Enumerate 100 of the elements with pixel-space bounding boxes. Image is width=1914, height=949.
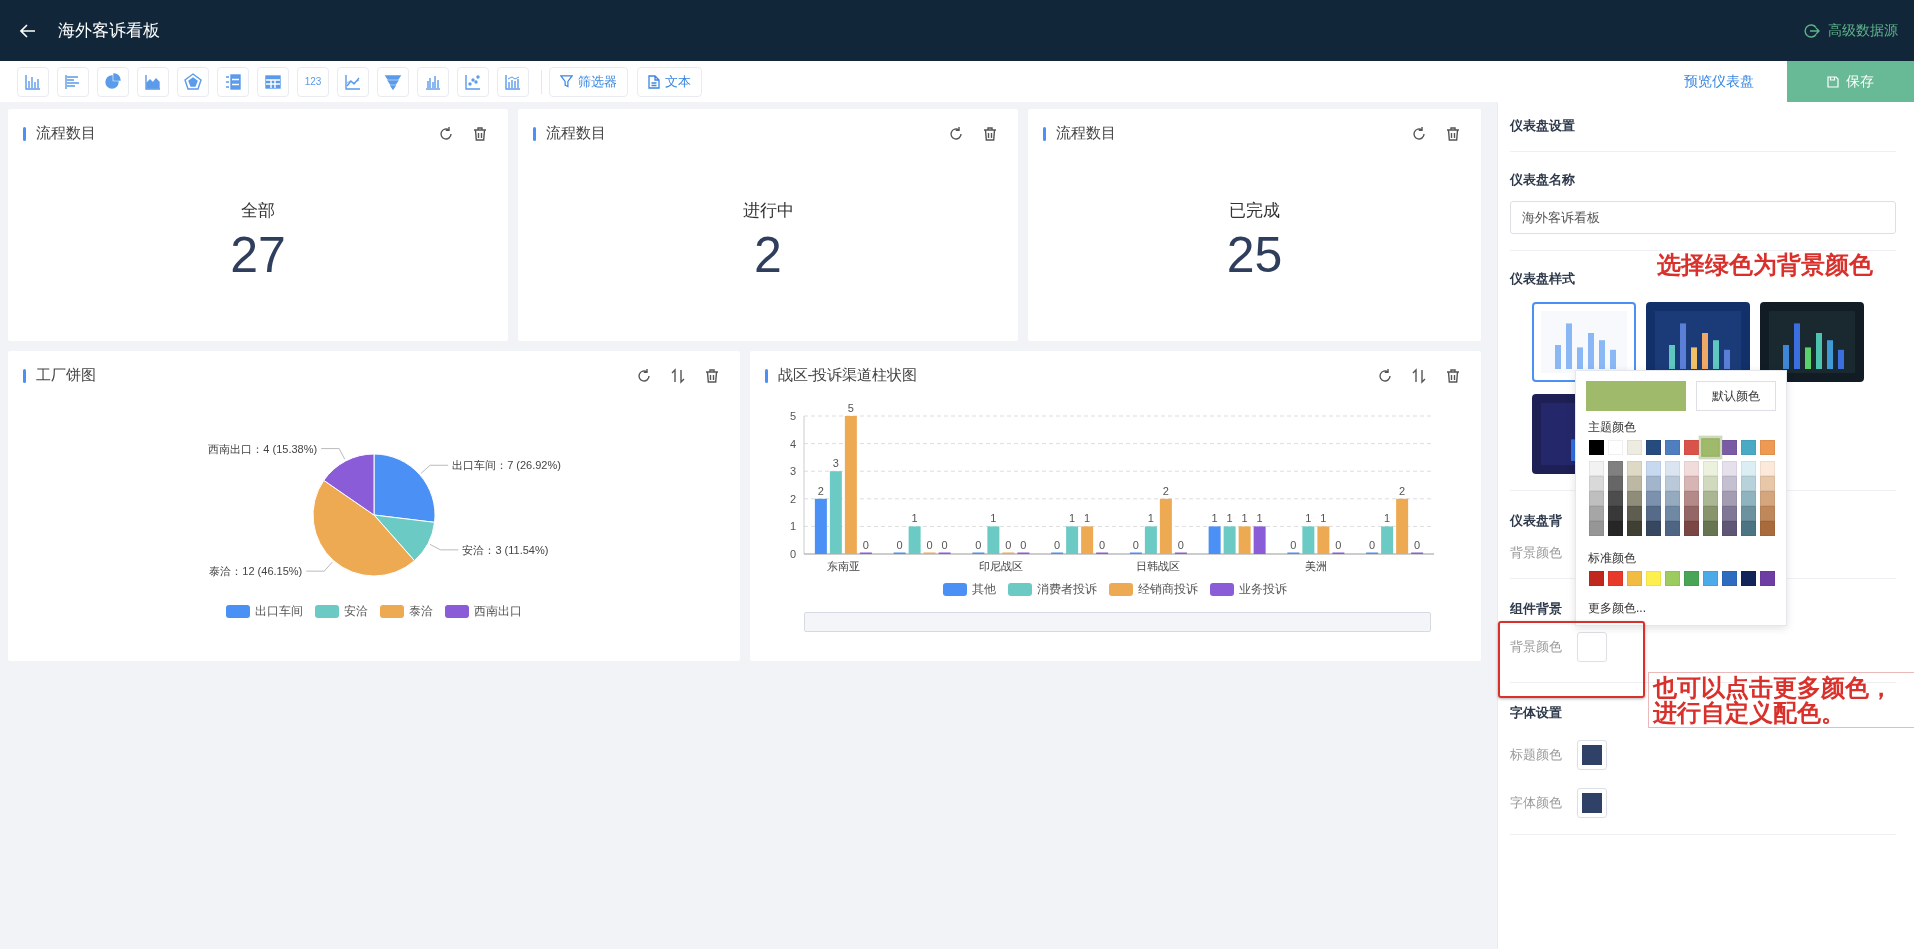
line-chart-icon	[344, 72, 362, 91]
stat-value: 27	[230, 226, 286, 284]
data-label: 0	[1004, 538, 1011, 551]
legend-label[interactable]: 经销商投诉	[1138, 581, 1199, 598]
field-label: 背景颜色	[1510, 638, 1563, 656]
stat-label: 全部	[241, 200, 275, 222]
slice-label: 出口车间：7 (26.92%)	[452, 459, 561, 472]
chart-bar	[1144, 526, 1157, 554]
dashboard-name-field[interactable]: 海外客诉看板	[1510, 201, 1896, 234]
annotation-text: 选择绿色为背景颜色	[1657, 250, 1873, 280]
back-arrow-icon[interactable]	[20, 23, 36, 38]
legend-label[interactable]: 出口车间	[254, 603, 303, 620]
leader-line	[420, 464, 449, 474]
text-button[interactable]: 文本	[637, 66, 702, 97]
delete-icon[interactable]	[472, 125, 488, 142]
data-label: 2	[1162, 484, 1169, 497]
chart-type-button[interactable]	[177, 66, 209, 97]
legend-label[interactable]: 业务投诉	[1239, 581, 1288, 598]
refresh-icon[interactable]	[438, 125, 454, 142]
funnel-chart-icon	[384, 72, 402, 91]
data-label: 0	[1098, 538, 1105, 551]
data-label: 0	[1334, 538, 1341, 551]
refresh-icon[interactable]	[1377, 367, 1393, 384]
advanced-data-source-link[interactable]: 高级数据源	[1828, 21, 1898, 40]
legend-label[interactable]: 泰洽	[408, 603, 433, 620]
refresh-icon[interactable]	[635, 367, 652, 384]
category-label: 印尼战区	[978, 560, 1023, 572]
data-label: 0	[1368, 538, 1375, 551]
delete-icon[interactable]	[1445, 125, 1461, 142]
data-label: 0	[1053, 538, 1060, 551]
chart-type-button[interactable]	[497, 66, 529, 97]
legend-label[interactable]: 其他	[972, 581, 997, 598]
chart-type-button[interactable]	[417, 66, 449, 97]
chart-bar	[1395, 498, 1408, 554]
chart-type-button[interactable]	[17, 66, 49, 97]
title-accent-bar	[533, 126, 536, 141]
data-label: 1	[1383, 512, 1390, 525]
chart-type-button[interactable]	[137, 66, 169, 97]
data-label: 1	[1211, 512, 1218, 525]
category-label: 日韩战区	[1135, 560, 1180, 572]
filter-icon	[560, 75, 573, 88]
filter-button[interactable]: 筛选器	[549, 66, 628, 97]
axis-tick-label: 2	[789, 492, 796, 505]
refresh-icon[interactable]	[1411, 125, 1427, 142]
chart-bar	[908, 526, 921, 554]
card-title: 流程数目	[1056, 124, 1117, 143]
data-label: 5	[847, 402, 854, 414]
exit-icon[interactable]	[1804, 22, 1820, 39]
section-title: 组件背景	[1510, 601, 1562, 616]
color-swatch[interactable]	[1577, 632, 1607, 662]
leader-line	[320, 448, 346, 460]
color-swatch[interactable]	[1577, 788, 1607, 818]
chart-bar	[814, 498, 827, 554]
axis-tick-label: 0	[789, 548, 796, 560]
range-slider[interactable]	[803, 612, 1431, 632]
theme-thumbnail[interactable]	[1760, 302, 1864, 382]
slice-label: 安洽：3 (11.54%)	[462, 543, 549, 556]
data-label: 0	[1019, 538, 1026, 551]
title-accent-bar	[1043, 126, 1046, 141]
refresh-icon[interactable]	[948, 125, 964, 142]
card-title: 流程数目	[36, 124, 97, 143]
color-swatch[interactable]	[1577, 740, 1607, 770]
sort-icon[interactable]	[1411, 367, 1427, 384]
more-colors-link[interactable]: 更多颜色...	[1588, 600, 1776, 617]
data-label: 1	[1256, 512, 1263, 525]
chart-type-button[interactable]	[337, 66, 369, 97]
chart-bar	[1238, 526, 1251, 554]
sort-icon[interactable]	[669, 367, 686, 384]
chart-type-button[interactable]	[217, 66, 249, 97]
stat-label: 已完成	[1229, 200, 1280, 222]
chart-type-button[interactable]	[457, 66, 489, 97]
title-accent-bar	[23, 126, 26, 141]
theme-thumbnail[interactable]	[1532, 302, 1636, 382]
chart-bar	[1065, 526, 1078, 554]
slice-label: 西南出口：4 (15.38%)	[208, 442, 318, 455]
default-color-button[interactable]: 默认颜色	[1696, 381, 1776, 411]
card-title: 战区-投诉渠道柱状图	[777, 366, 919, 385]
legend-label[interactable]: 消费者投诉	[1037, 581, 1098, 598]
radar-chart-icon	[184, 72, 202, 91]
data-label: 1	[1147, 512, 1154, 525]
axis-tick-label: 1	[789, 520, 796, 533]
delete-icon[interactable]	[703, 367, 720, 384]
section-title: 仪表盘样式	[1510, 271, 1575, 286]
delete-icon[interactable]	[1445, 367, 1461, 384]
data-label: 2	[817, 484, 824, 497]
legend-label[interactable]: 安洽	[343, 603, 368, 620]
data-label: 2	[1398, 484, 1405, 497]
chart-type-button[interactable]	[257, 66, 289, 97]
bar-chart-icon	[24, 72, 42, 91]
axis-tick-label: 4	[789, 437, 796, 450]
preview-dashboard-link[interactable]: 预览仪表盘	[1684, 72, 1754, 91]
legend-label[interactable]: 西南出口	[473, 603, 522, 620]
legend-swatch	[225, 605, 250, 618]
data-label: 0	[1177, 538, 1184, 551]
chart-type-button[interactable]	[57, 66, 89, 97]
data-label: 1	[911, 512, 918, 525]
chart-bar	[1301, 526, 1314, 554]
chart-type-button[interactable]	[377, 66, 409, 97]
delete-icon[interactable]	[982, 125, 998, 142]
chart-type-button[interactable]	[97, 66, 129, 97]
